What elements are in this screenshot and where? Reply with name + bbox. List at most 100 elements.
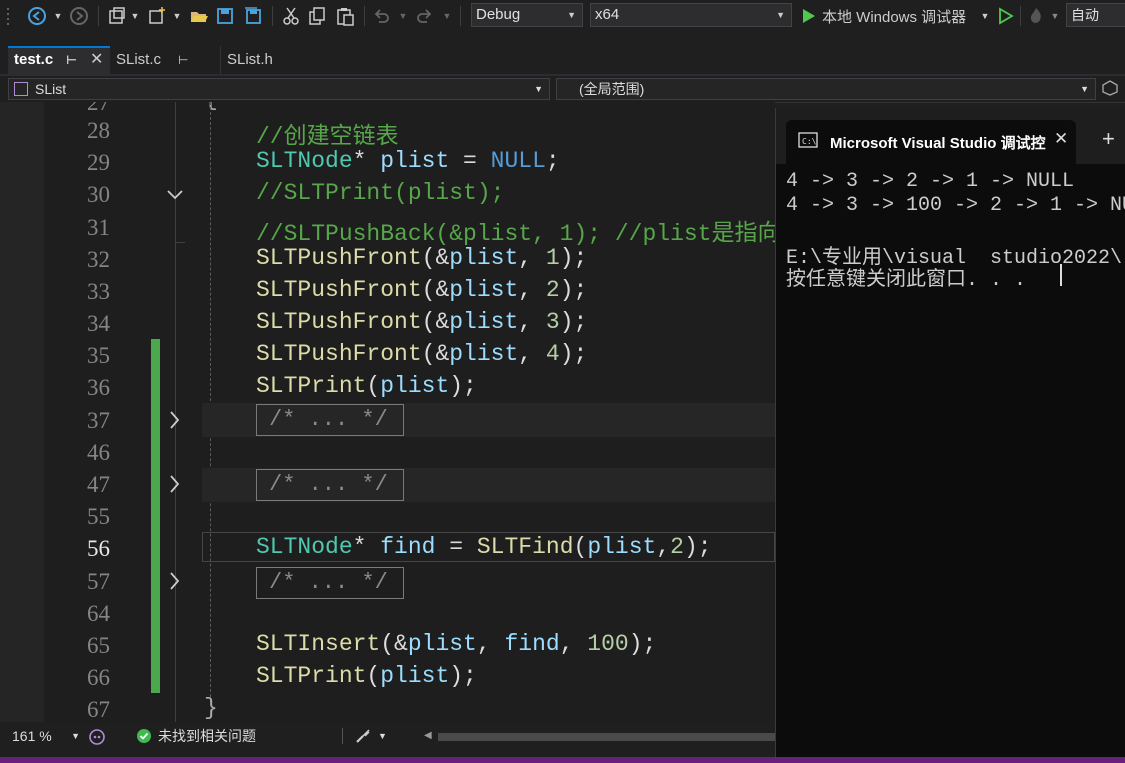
tab-slist-c[interactable]: SList.c ⊢ xyxy=(110,46,220,74)
toolbar-grip xyxy=(4,0,12,32)
folded-code-block[interactable]: /* ... */ xyxy=(256,404,404,436)
horizontal-scrollbar[interactable] xyxy=(438,733,775,741)
redo-icon[interactable] xyxy=(414,0,436,32)
line-number: 64 xyxy=(87,601,110,626)
chevron-down-icon: ▼ xyxy=(1080,84,1089,94)
issues-status[interactable]: 未找到相关问题 xyxy=(158,722,256,750)
brush-dropdown-icon[interactable]: ▼ xyxy=(378,722,387,750)
redo-dropdown-icon[interactable]: ▼ xyxy=(442,0,452,32)
paste-icon[interactable] xyxy=(334,0,356,32)
add-item-dropdown-icon[interactable]: ▼ xyxy=(172,0,182,32)
solution-configuration-value: Debug xyxy=(476,6,521,23)
project-icon xyxy=(14,82,28,96)
expand-chevron-icon[interactable] xyxy=(163,408,187,432)
line-number: 65 xyxy=(87,633,110,658)
bottom-status-strip xyxy=(0,757,1125,763)
project-name: SList xyxy=(35,81,67,97)
console-output-line: 4 -> 3 -> 100 -> 2 -> 1 -> NU xyxy=(786,194,1125,217)
console-output-line: 按任意键关闭此窗口. . . xyxy=(786,269,1027,292)
hot-reload-icon[interactable] xyxy=(1024,0,1048,32)
solution-configuration-select[interactable]: Debug ▼ xyxy=(471,3,583,27)
pin-icon[interactable]: ⊢ xyxy=(66,48,77,72)
toolbar-separator xyxy=(1020,6,1021,26)
start-debugging-button[interactable]: 本地 Windows 调试器 xyxy=(822,0,982,32)
code-line: SLTPushFront(&plist, 3); xyxy=(256,309,588,335)
debug-console-window[interactable]: C:\ Microsoft Visual Studio 调试控 ✕ + 4 ->… xyxy=(775,108,1125,763)
folded-code-block[interactable]: /* ... */ xyxy=(256,567,404,599)
code-editor[interactable]: 27 { 28 29 30 31 32 33 34 35 36 37 46 47… xyxy=(0,102,775,722)
code-line: SLTNode* find = SLTFind(plist,2); xyxy=(256,534,712,560)
code-line: SLTInsert(&plist, find, 100); xyxy=(256,631,657,657)
pin-icon[interactable]: ⊢ xyxy=(178,46,188,74)
line-number: 67 xyxy=(87,697,110,722)
line-number: 46 xyxy=(87,440,110,465)
auto-select[interactable]: 自动 xyxy=(1066,3,1125,27)
svg-text:C:\: C:\ xyxy=(802,137,817,146)
expand-chevron-icon[interactable] xyxy=(163,569,187,593)
expand-chevron-icon[interactable] xyxy=(163,472,187,496)
save-icon[interactable] xyxy=(214,0,236,32)
project-scope-select[interactable]: SList ▼ xyxy=(8,78,550,100)
editor-status-bar: 161 % ▼ 未找到相关问题 ▼ ◀ xyxy=(0,722,775,750)
check-icon xyxy=(136,728,152,744)
code-line: SLTPushFront(&plist, 4); xyxy=(256,341,588,367)
line-number: 32 xyxy=(87,247,110,272)
tab-slist-h[interactable]: SList.h xyxy=(220,46,330,74)
new-project-icon[interactable] xyxy=(106,0,128,32)
code-brace: } xyxy=(204,695,218,721)
add-item-icon[interactable] xyxy=(146,0,168,32)
solution-platform-value: x64 xyxy=(595,6,620,23)
line-number: 35 xyxy=(87,343,110,368)
open-file-icon[interactable] xyxy=(188,0,210,32)
copilot-icon[interactable] xyxy=(88,727,106,745)
folded-code-block[interactable]: /* ... */ xyxy=(256,469,404,501)
code-line: SLTPushFront(&plist, 2); xyxy=(256,277,588,303)
save-all-icon[interactable] xyxy=(242,0,264,32)
code-line: //SLTPushBack(&plist, 1); //plist是指向结 xyxy=(256,221,775,247)
toolbar-separator xyxy=(364,6,365,26)
debugger-dropdown-icon[interactable]: ▼ xyxy=(980,0,990,32)
cut-icon[interactable] xyxy=(280,0,302,32)
line-number: 28 xyxy=(87,118,110,143)
global-scope-select[interactable]: (全局范围) ▼ xyxy=(556,78,1096,100)
code-line: //创建空链表 xyxy=(256,124,399,150)
zoom-value: 161 % xyxy=(12,728,52,744)
chevron-down-icon: ▼ xyxy=(567,10,576,20)
navigate-back-icon[interactable] xyxy=(26,0,48,32)
collapse-chevron-icon[interactable] xyxy=(163,182,187,206)
new-tab-icon[interactable]: + xyxy=(1102,128,1115,150)
line-number: 57 xyxy=(87,569,110,594)
line-number: 37 xyxy=(87,408,110,433)
undo-icon[interactable] xyxy=(370,0,392,32)
glyph-margin xyxy=(0,102,44,722)
navigate-forward-icon[interactable] xyxy=(68,0,90,32)
chevron-down-icon: ▼ xyxy=(776,10,785,20)
copy-icon[interactable] xyxy=(306,0,328,32)
line-number: 34 xyxy=(87,311,110,336)
solution-platform-select[interactable]: x64 ▼ xyxy=(590,3,792,27)
start-without-debugging-icon[interactable] xyxy=(996,0,1016,32)
toolbar-separator xyxy=(272,6,273,26)
code-line: SLTPushFront(&plist, 1); xyxy=(256,245,588,271)
scroll-left-icon[interactable]: ◀ xyxy=(424,730,432,741)
status-separator xyxy=(342,728,343,744)
start-debugging-icon[interactable] xyxy=(800,0,818,32)
tab-test-c[interactable]: test.c ⊢ ✕ xyxy=(8,46,110,74)
toolbar-separator xyxy=(98,6,99,26)
close-icon[interactable]: ✕ xyxy=(90,48,103,72)
brush-icon[interactable] xyxy=(354,727,372,745)
undo-dropdown-icon[interactable]: ▼ xyxy=(398,0,408,32)
chevron-down-icon: ▼ xyxy=(71,731,80,741)
navigate-back-dropdown-icon[interactable]: ▼ xyxy=(52,0,64,32)
toolbar-separator xyxy=(460,6,461,26)
new-project-dropdown-icon[interactable]: ▼ xyxy=(130,0,140,32)
zoom-select[interactable]: 161 % ▼ xyxy=(6,725,82,747)
line-number: 27 xyxy=(87,102,110,115)
console-tab[interactable]: C:\ Microsoft Visual Studio 调试控 ✕ xyxy=(786,120,1076,164)
hot-reload-dropdown-icon[interactable]: ▼ xyxy=(1050,0,1060,32)
close-icon[interactable]: ✕ xyxy=(1054,129,1068,149)
indent-guide xyxy=(210,102,211,702)
toolbar: ▼ ▼ ▼ ▼ ▼ Debug ▼ x64 ▼ 本地 Windows 调试器 ▼… xyxy=(0,0,1125,32)
member-icon[interactable] xyxy=(1102,80,1120,98)
line-number-current: 56 xyxy=(87,536,110,561)
